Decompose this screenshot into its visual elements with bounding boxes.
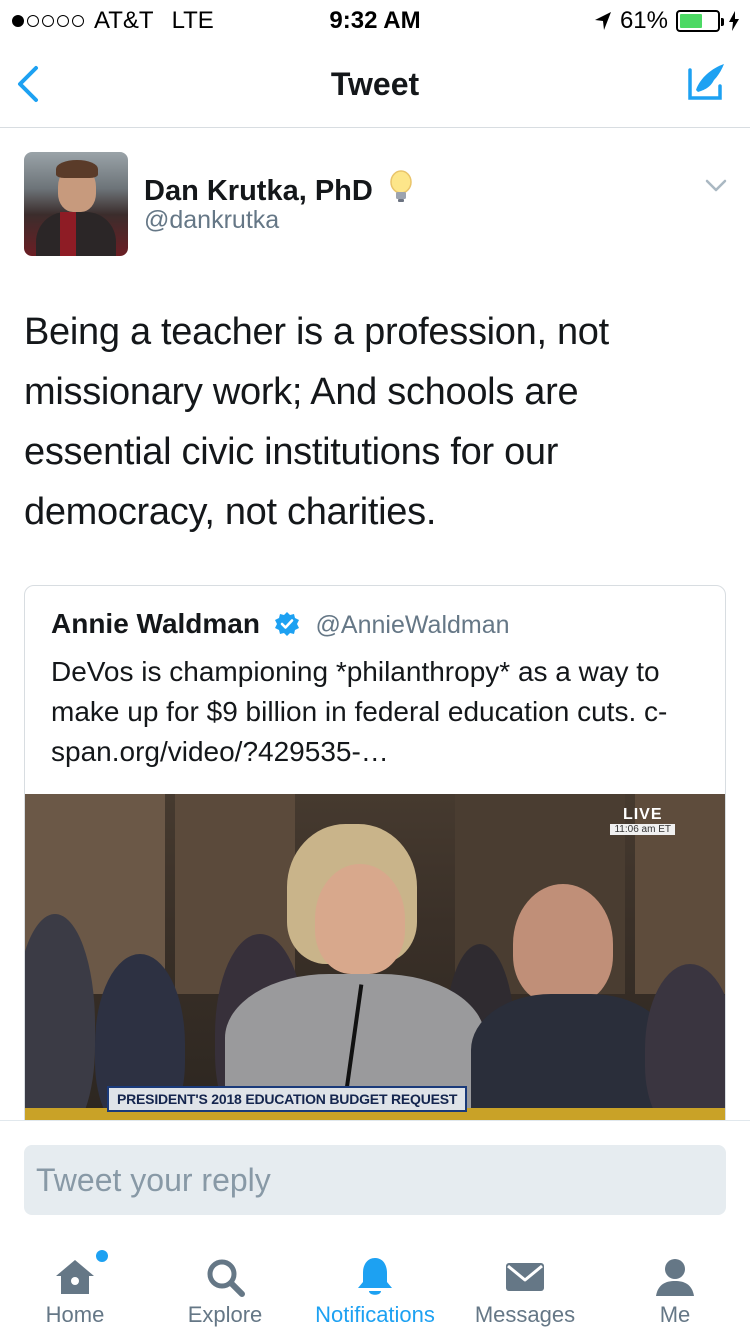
home-notification-dot xyxy=(96,1250,108,1262)
quoted-tweet-text: DeVos is championing *philanthropy* as a… xyxy=(51,656,668,767)
reply-input[interactable] xyxy=(24,1145,726,1215)
tab-home[interactable]: Home xyxy=(0,1238,150,1334)
quoted-author-row: Annie Waldman @AnnieWaldman xyxy=(51,608,510,640)
quoted-author-handle: @AnnieWaldman xyxy=(315,611,510,639)
bell-icon xyxy=(358,1258,392,1295)
tab-notifications[interactable]: Notifications xyxy=(300,1238,450,1334)
tab-messages-label: Messages xyxy=(474,1302,576,1327)
status-bar: AT&T LTE 9:32 AM 61% xyxy=(0,0,750,40)
tab-explore-label: Explore xyxy=(187,1302,263,1327)
quoted-author-name: Annie Waldman xyxy=(51,608,260,639)
chevron-down-icon[interactable] xyxy=(704,176,728,196)
author-name[interactable]: Dan Krutka, PhD xyxy=(144,175,373,207)
location-arrow-icon xyxy=(594,12,611,30)
envelope-icon xyxy=(506,1263,544,1291)
battery-percent: 61% xyxy=(619,7,668,34)
tab-explore[interactable]: Explore xyxy=(150,1238,300,1334)
battery-fill xyxy=(680,14,702,28)
page-title: Tweet xyxy=(330,66,420,102)
compose-tweet-icon[interactable] xyxy=(684,60,728,104)
tab-me-label: Me xyxy=(659,1302,691,1327)
quoted-media-image[interactable]: LIVE 11:06 am ET PRESIDENT'S 2018 EDUCAT… xyxy=(25,794,725,1124)
battery-icon xyxy=(676,10,724,32)
tab-me[interactable]: Me xyxy=(600,1238,750,1334)
search-icon xyxy=(207,1259,245,1297)
tab-notifications-label: Notifications xyxy=(315,1302,435,1327)
live-indicator: LIVE 11:06 am ET xyxy=(610,806,675,835)
tab-home-label: Home xyxy=(45,1302,105,1327)
author-handle[interactable]: @dankrutka xyxy=(144,206,279,235)
charging-bolt-icon xyxy=(729,11,739,31)
person-icon xyxy=(656,1259,694,1296)
avatar[interactable] xyxy=(24,152,128,256)
home-icon xyxy=(56,1260,94,1294)
tweet-text: Being a teacher is a profession, not mis… xyxy=(24,311,609,533)
quoted-tweet-card[interactable]: Annie Waldman @AnnieWaldman DeVos is cha… xyxy=(24,585,726,1145)
tab-messages[interactable]: Messages xyxy=(450,1238,600,1334)
lightbulb-icon xyxy=(390,170,412,202)
verified-badge-icon xyxy=(274,612,299,636)
status-right: 61% xyxy=(594,7,740,35)
live-time: 11:06 am ET xyxy=(610,824,675,835)
video-chyron: PRESIDENT'S 2018 EDUCATION BUDGET REQUES… xyxy=(107,1086,468,1112)
nav-bar: Tweet xyxy=(0,40,750,128)
live-label: LIVE xyxy=(622,806,663,823)
author-name-row[interactable]: Dan Krutka, PhD xyxy=(144,170,413,208)
tab-bar: Home Explore Notifications Messages Me xyxy=(0,1238,750,1334)
